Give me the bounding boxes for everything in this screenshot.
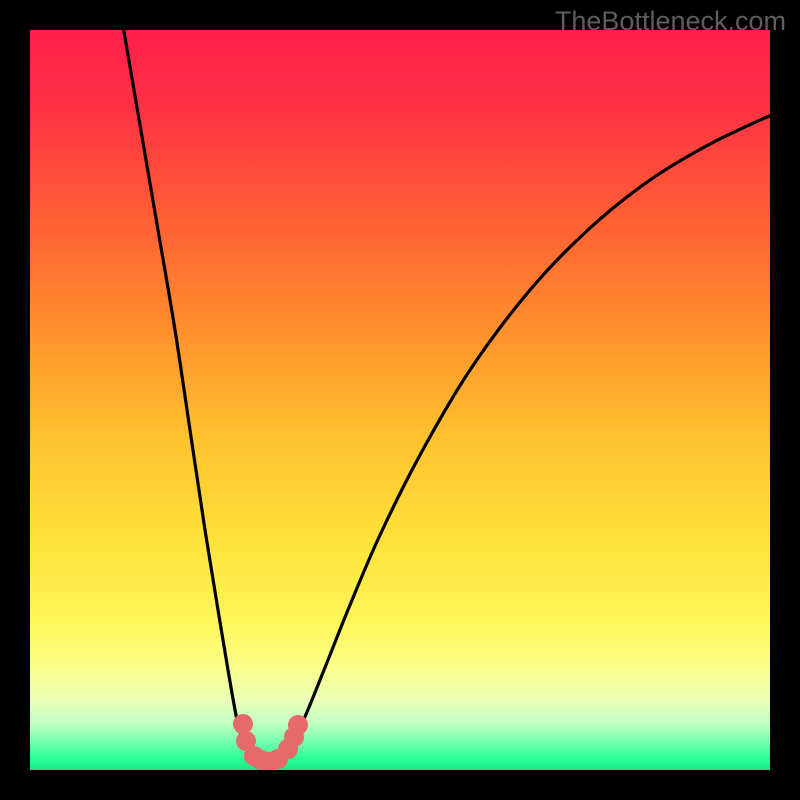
chart-frame: TheBottleneck.com [0, 0, 800, 800]
data-point [288, 715, 308, 735]
watermark-text: TheBottleneck.com [555, 6, 786, 37]
data-markers [30, 30, 770, 770]
plot-area [30, 30, 770, 770]
data-point [233, 714, 253, 734]
